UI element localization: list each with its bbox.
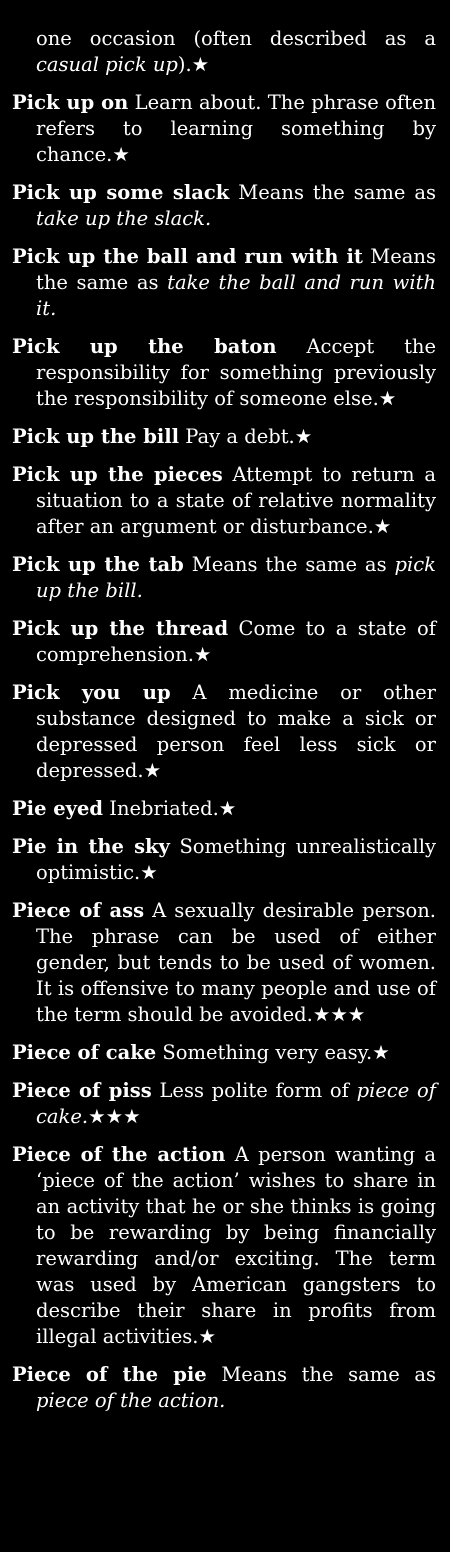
dictionary-entry: Pick up the bill Pay a debt.★	[12, 424, 436, 450]
entry-definition: Pay a debt.★	[185, 425, 313, 448]
entry-headword: Pick up the ball and run with it	[12, 245, 363, 268]
entry-rating: ★★★	[88, 1105, 141, 1128]
entry-headword: Piece of the action	[12, 1143, 226, 1166]
entry-definition: Inebriated.★	[109, 797, 237, 820]
entry-headword: Piece of ass	[12, 899, 145, 922]
entry-headword: Pick up the baton	[12, 335, 277, 358]
entry-headword: Pie eyed	[12, 797, 104, 820]
entry-headword: Piece of piss	[12, 1079, 152, 1102]
entry-definition: one occasion (often described as a	[36, 27, 436, 50]
entry-headword: Pick up the tab	[12, 553, 184, 576]
dictionary-entry: Piece of the action A person wanting a ‘…	[12, 1142, 436, 1350]
entry-definition: Means the same as	[221, 1363, 436, 1386]
dictionary-entry: Pick up the ball and run with it Means t…	[12, 244, 436, 322]
dictionary-entry: Pick up the thread Come to a state of co…	[12, 616, 436, 668]
dictionary-entry: Piece of the pie Means the same as piece…	[12, 1362, 436, 1414]
entry-cross-reference: casual pick up	[36, 53, 178, 76]
dictionary-entry: Pick you up A medicine or other substanc…	[12, 680, 436, 784]
dictionary-entry: Pick up the baton Accept the responsibil…	[12, 334, 436, 412]
entry-headword: Pick up the pieces	[12, 463, 223, 486]
entry-headword: Pick up some slack	[12, 181, 230, 204]
entry-definition: Means the same as	[238, 181, 436, 204]
dictionary-entry: Piece of cake Something very easy.★	[12, 1040, 436, 1066]
entry-headword: Pick up on	[12, 91, 129, 114]
entry-headword: Pie in the sky	[12, 835, 170, 858]
entry-headword: Pick up the thread	[12, 617, 229, 640]
dictionary-entry: Pick up the tab Means the same as pick u…	[12, 552, 436, 604]
dictionary-entry: Piece of piss Less polite form of piece …	[12, 1078, 436, 1130]
entry-definition: Means the same as	[191, 553, 395, 576]
dictionary-entry: Pie in the sky Something unrealistically…	[12, 834, 436, 886]
entry-cross-reference: take up the slack.	[36, 207, 212, 230]
dictionary-entry: Pie eyed Inebriated.★	[12, 796, 436, 822]
entry-headword: Pick up the bill	[12, 425, 180, 448]
entry-headword: Piece of the pie	[12, 1363, 207, 1386]
entry-headword: Piece of cake	[12, 1041, 157, 1064]
dictionary-entry: Pick up some slack Means the same as tak…	[12, 180, 436, 232]
entry-definition: A person wanting a ‘piece of the action’…	[36, 1143, 437, 1348]
entry-headword: Pick you up	[12, 681, 171, 704]
dictionary-page: one occasion (often described as a casua…	[0, 0, 450, 1552]
dictionary-entry: one occasion (often described as a casua…	[12, 26, 436, 78]
entry-definition: Less polite form of	[159, 1079, 357, 1102]
dictionary-entry: Pick up the pieces Attempt to return a s…	[12, 462, 436, 540]
dictionary-entry: Pick up on Learn about. The phrase often…	[12, 90, 436, 168]
entry-cross-reference: piece of the action.	[36, 1389, 226, 1412]
entry-definition: Something very easy.★	[162, 1041, 390, 1064]
dictionary-entry: Piece of ass A sexually desirable person…	[12, 898, 436, 1028]
entry-definition: ).★	[177, 53, 210, 76]
